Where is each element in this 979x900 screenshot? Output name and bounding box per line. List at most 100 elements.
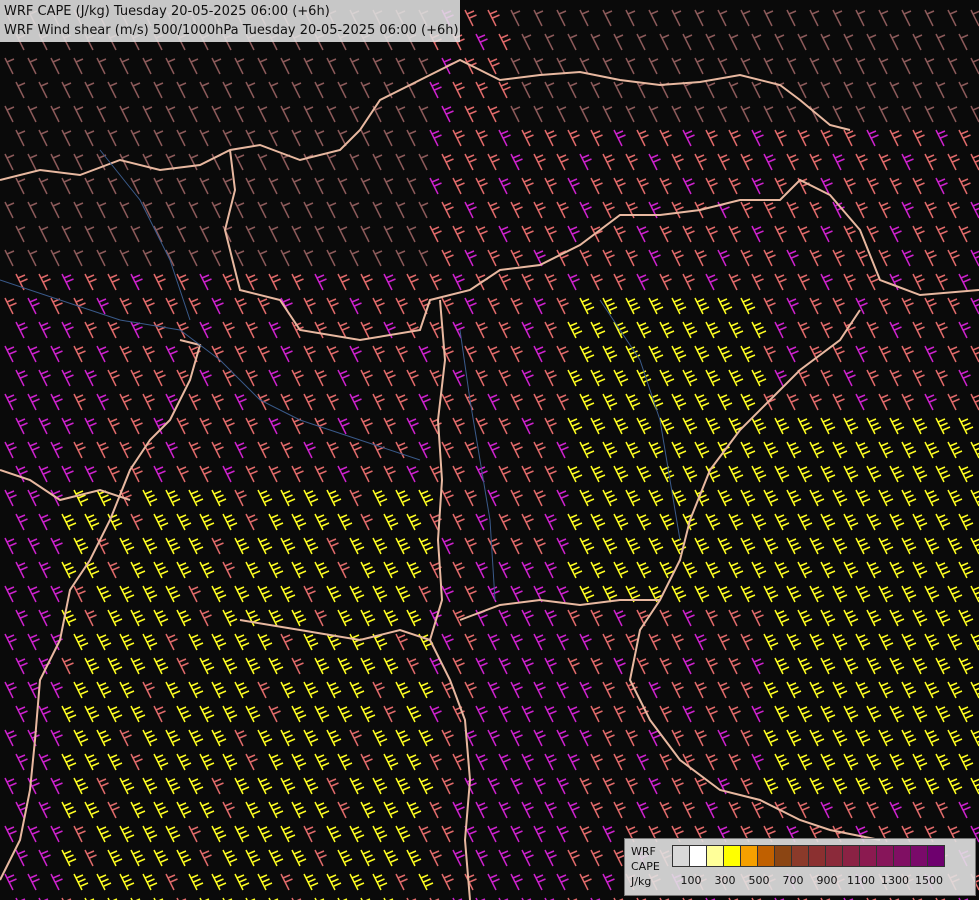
wind-barb [878, 585, 894, 603]
wind-barb [429, 465, 442, 483]
wind-barb [337, 225, 348, 243]
wind-barb [694, 729, 707, 747]
wind-barb [728, 561, 744, 579]
wind-barb [326, 153, 337, 171]
wind-barb [452, 417, 465, 435]
wind-barb [107, 801, 120, 819]
wind-barb [211, 873, 227, 891]
wind-barb [234, 57, 245, 75]
wind-barb [590, 177, 603, 195]
wind-barb [855, 297, 868, 315]
wind-barb [96, 345, 109, 363]
wind-barb [556, 345, 569, 363]
wind-barb [119, 105, 130, 123]
wind-barb [544, 177, 557, 195]
wind-barb [15, 225, 26, 243]
wind-barb [636, 513, 652, 531]
wind-barb [4, 441, 17, 459]
wind-barb [303, 681, 319, 699]
wind-barb [441, 153, 454, 171]
wind-barb [809, 201, 822, 219]
wind-barb [383, 561, 399, 579]
wind-barb [878, 729, 894, 747]
wind-barb [199, 513, 215, 531]
wind-barb [556, 777, 569, 795]
wind-barb [188, 297, 201, 315]
wind-barb [153, 81, 164, 99]
wind-barb [464, 105, 477, 123]
wind-barb [843, 417, 859, 435]
wind-barb [901, 393, 914, 411]
wind-barb [452, 369, 465, 387]
wind-barb [866, 273, 879, 291]
wind-barb [119, 729, 132, 747]
wind-barb [280, 201, 291, 219]
wind-barb [245, 417, 258, 435]
wind-barb [866, 609, 882, 627]
wind-barb [337, 81, 348, 99]
wind-barb [441, 393, 454, 411]
wind-barb [774, 33, 785, 51]
wind-barb [947, 57, 958, 75]
wind-barb [107, 321, 120, 339]
wind-barb [4, 105, 15, 123]
wind-barb [694, 681, 707, 699]
wind-barb [774, 753, 790, 771]
wind-barb [280, 489, 296, 507]
wind-barb [590, 369, 606, 387]
wind-barb [372, 537, 388, 555]
wind-barb [475, 177, 488, 195]
wind-barb [947, 729, 963, 747]
wind-barb [349, 585, 365, 603]
wind-barb [682, 81, 693, 99]
wind-barb [728, 81, 739, 99]
wind-barb [671, 201, 684, 219]
wind-barb [452, 561, 465, 579]
wind-barb [694, 345, 710, 363]
wind-barb [291, 465, 304, 483]
wind-barb [176, 513, 192, 531]
wind-barb [556, 57, 567, 75]
wind-barb [303, 777, 319, 795]
wind-barb [84, 465, 97, 483]
wind-barb [832, 345, 845, 363]
wind-barb [556, 825, 569, 843]
wind-barb [728, 417, 744, 435]
wind-barb [487, 633, 500, 651]
wind-barb [153, 609, 169, 627]
wind-barb [602, 153, 615, 171]
wind-barb [625, 729, 638, 747]
wind-barb [947, 393, 960, 411]
wind-barb [96, 777, 109, 795]
wind-barb [579, 633, 592, 651]
wind-barb [820, 801, 833, 819]
wind-barb [533, 729, 546, 747]
wind-barb [705, 225, 718, 243]
wind-barb [280, 393, 293, 411]
wind-barb [441, 633, 454, 651]
wind-barb [349, 201, 360, 219]
wind-barb [73, 777, 89, 795]
wind-barb [694, 393, 710, 411]
wind-barb [234, 537, 250, 555]
wind-barb [590, 801, 603, 819]
wind-barb [866, 369, 879, 387]
wind-barb [15, 849, 28, 867]
wind-barb [947, 297, 960, 315]
wind-barb [728, 657, 741, 675]
wind-barb [625, 9, 636, 27]
wind-barb [924, 585, 940, 603]
wind-barb [199, 417, 212, 435]
wind-barb [61, 369, 74, 387]
wind-barb [142, 729, 158, 747]
wind-barb [234, 729, 247, 747]
wind-barb [797, 609, 813, 627]
wind-barb [625, 393, 641, 411]
wind-barb [349, 105, 360, 123]
wind-barb [257, 153, 268, 171]
wind-barb [866, 657, 882, 675]
wind-barb [602, 105, 613, 123]
wind-barb [418, 345, 431, 363]
wind-barb [464, 201, 477, 219]
wind-barb [27, 345, 40, 363]
